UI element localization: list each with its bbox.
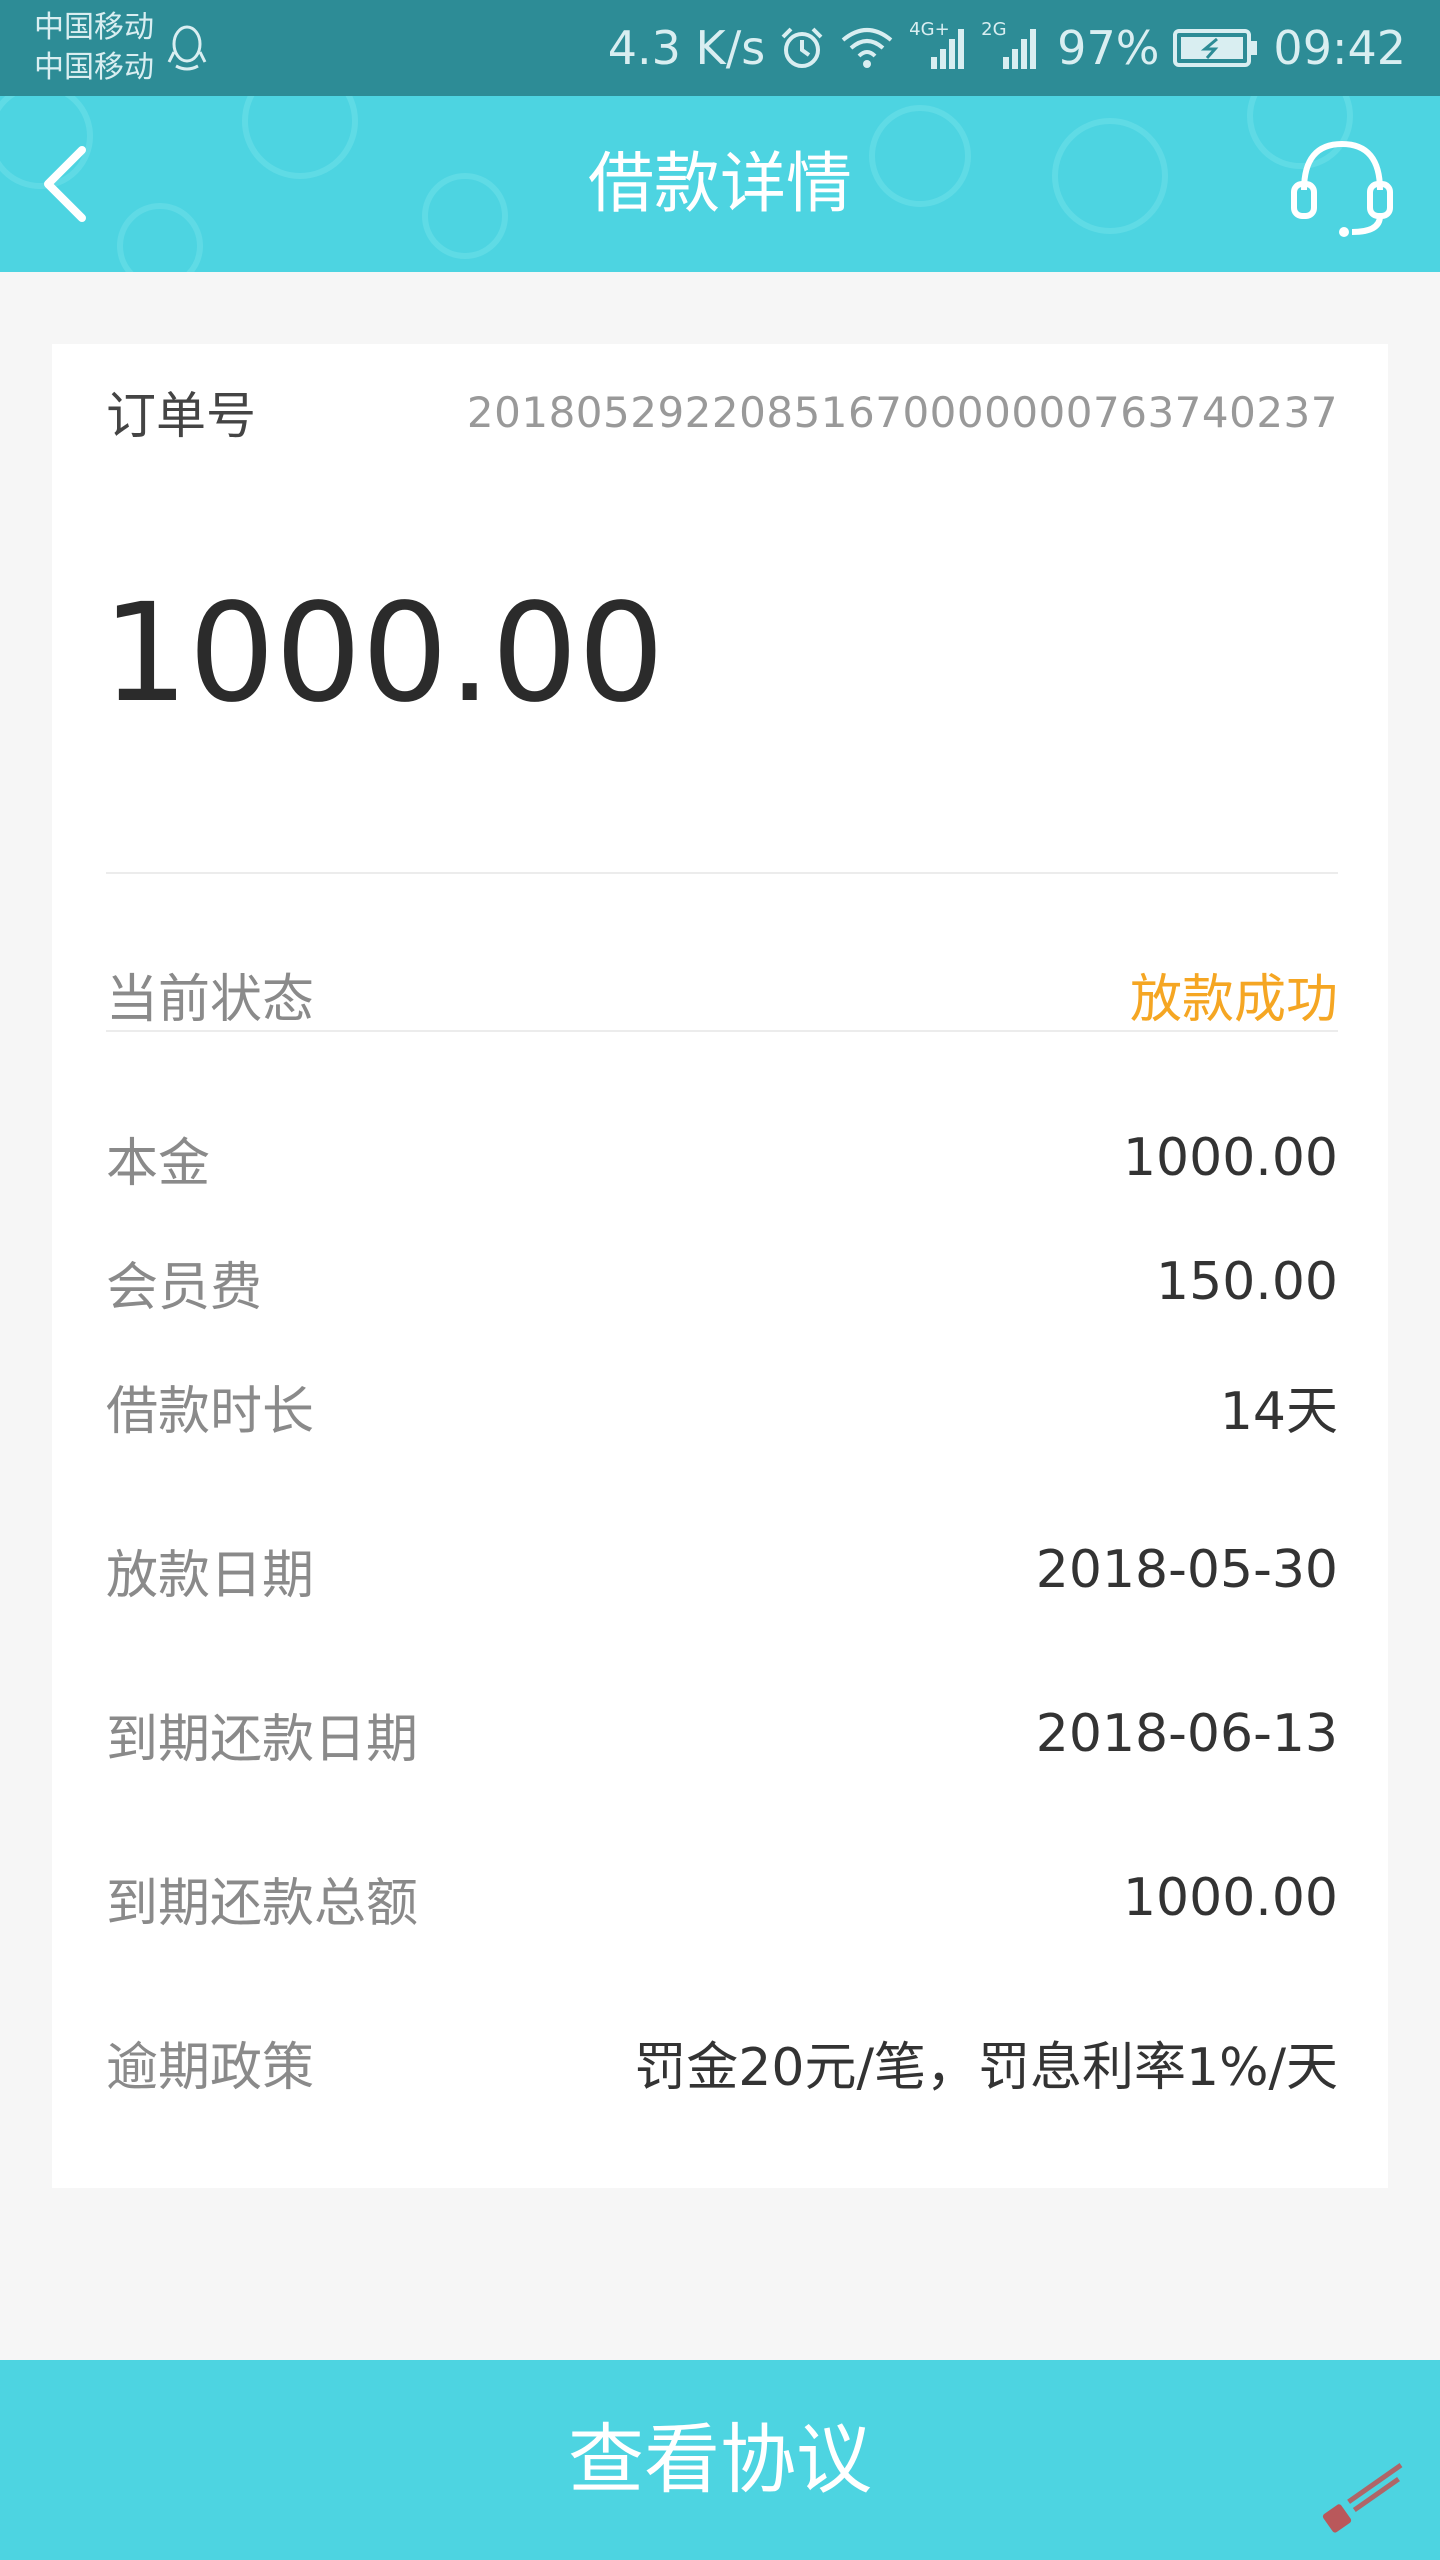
status-value: 放款成功 — [1129, 969, 1338, 1030]
signal-icon — [1003, 29, 1037, 69]
overdue-policy-value: 罚金20元/笔，罚息利率1%/天 — [634, 2037, 1338, 2098]
detail-row-total-due: 到期还款总额 1000.00 — [106, 1858, 1338, 1938]
signal-2: 2G — [981, 19, 1039, 71]
page-title: 借款详情 — [588, 145, 852, 222]
disbursement-date-value: 2018-05-30 — [1035, 1540, 1338, 1600]
status-row: 当前状态 放款成功 — [106, 954, 1338, 1034]
status-label: 当前状态 — [106, 969, 315, 1030]
principal-value: 1000.00 — [1122, 1128, 1338, 1188]
divider — [106, 872, 1338, 874]
membership-fee-label: 会员费 — [106, 1257, 263, 1318]
header: 借款详情 — [0, 96, 1440, 272]
loan-amount: 1000.00 — [102, 575, 665, 733]
loan-term-value: 14天 — [1219, 1381, 1338, 1442]
wifi-icon — [841, 28, 893, 68]
total-due-label: 到期还款总额 — [106, 1873, 419, 1934]
battery-percent: 97% — [1057, 21, 1160, 75]
alarm-icon — [781, 27, 823, 68]
total-due-value: 1000.00 — [1122, 1868, 1338, 1928]
principal-label: 本金 — [106, 1133, 211, 1194]
view-agreement-button[interactable]: 查看协议 — [0, 2360, 1440, 2560]
divider — [106, 1030, 1338, 1032]
disbursement-date-label: 放款日期 — [106, 1545, 315, 1606]
detail-row-overdue-policy: 逾期政策 罚金20元/笔，罚息利率1%/天 — [106, 2022, 1338, 2102]
due-date-label: 到期还款日期 — [106, 1709, 419, 1770]
customer-service-headset-icon[interactable] — [1288, 134, 1396, 238]
carrier-2: 中国移动 — [34, 50, 154, 85]
carrier-info: 中国移动 中国移动 — [34, 8, 154, 88]
detail-row-principal: 本金 1000.00 — [106, 1118, 1338, 1198]
qq-icon — [167, 25, 207, 71]
status-icons: 4.3 K/s 4G+ 2G 97% 09:42 — [608, 0, 1406, 96]
detail-row-disbursement-date: 放款日期 2018-05-30 — [106, 1530, 1338, 1610]
order-number-label: 订单号 — [106, 387, 256, 445]
order-number-value: 20180529220851670000000763740237 — [466, 387, 1338, 437]
carrier-1: 中国移动 — [34, 10, 154, 45]
overdue-policy-label: 逾期政策 — [106, 2037, 315, 2098]
network-speed: 4.3 K/s — [607, 21, 766, 75]
membership-fee-value: 150.00 — [1156, 1252, 1338, 1312]
loan-term-label: 借款时长 — [106, 1381, 315, 1442]
signal-1: 4G+ — [909, 19, 967, 71]
detail-row-due-date: 到期还款日期 2018-06-13 — [106, 1694, 1338, 1774]
clock: 09:42 — [1273, 21, 1406, 75]
detail-row-loan-term: 借款时长 14天 — [106, 1366, 1338, 1446]
loan-detail-card: 订单号 20180529220851670000000763740237 100… — [52, 344, 1388, 2188]
due-date-value: 2018-06-13 — [1035, 1704, 1338, 1764]
signal-icon — [931, 29, 965, 69]
order-number-row: 订单号 20180529220851670000000763740237 — [106, 382, 1338, 445]
detail-row-membership-fee: 会员费 150.00 — [106, 1242, 1338, 1322]
battery-charging-icon — [1173, 29, 1258, 67]
status-bar: 中国移动 中国移动 4.3 K/s 4G+ 2G 97% 09:42 — [0, 0, 1440, 96]
watermark-logo-icon — [1322, 2463, 1403, 2533]
